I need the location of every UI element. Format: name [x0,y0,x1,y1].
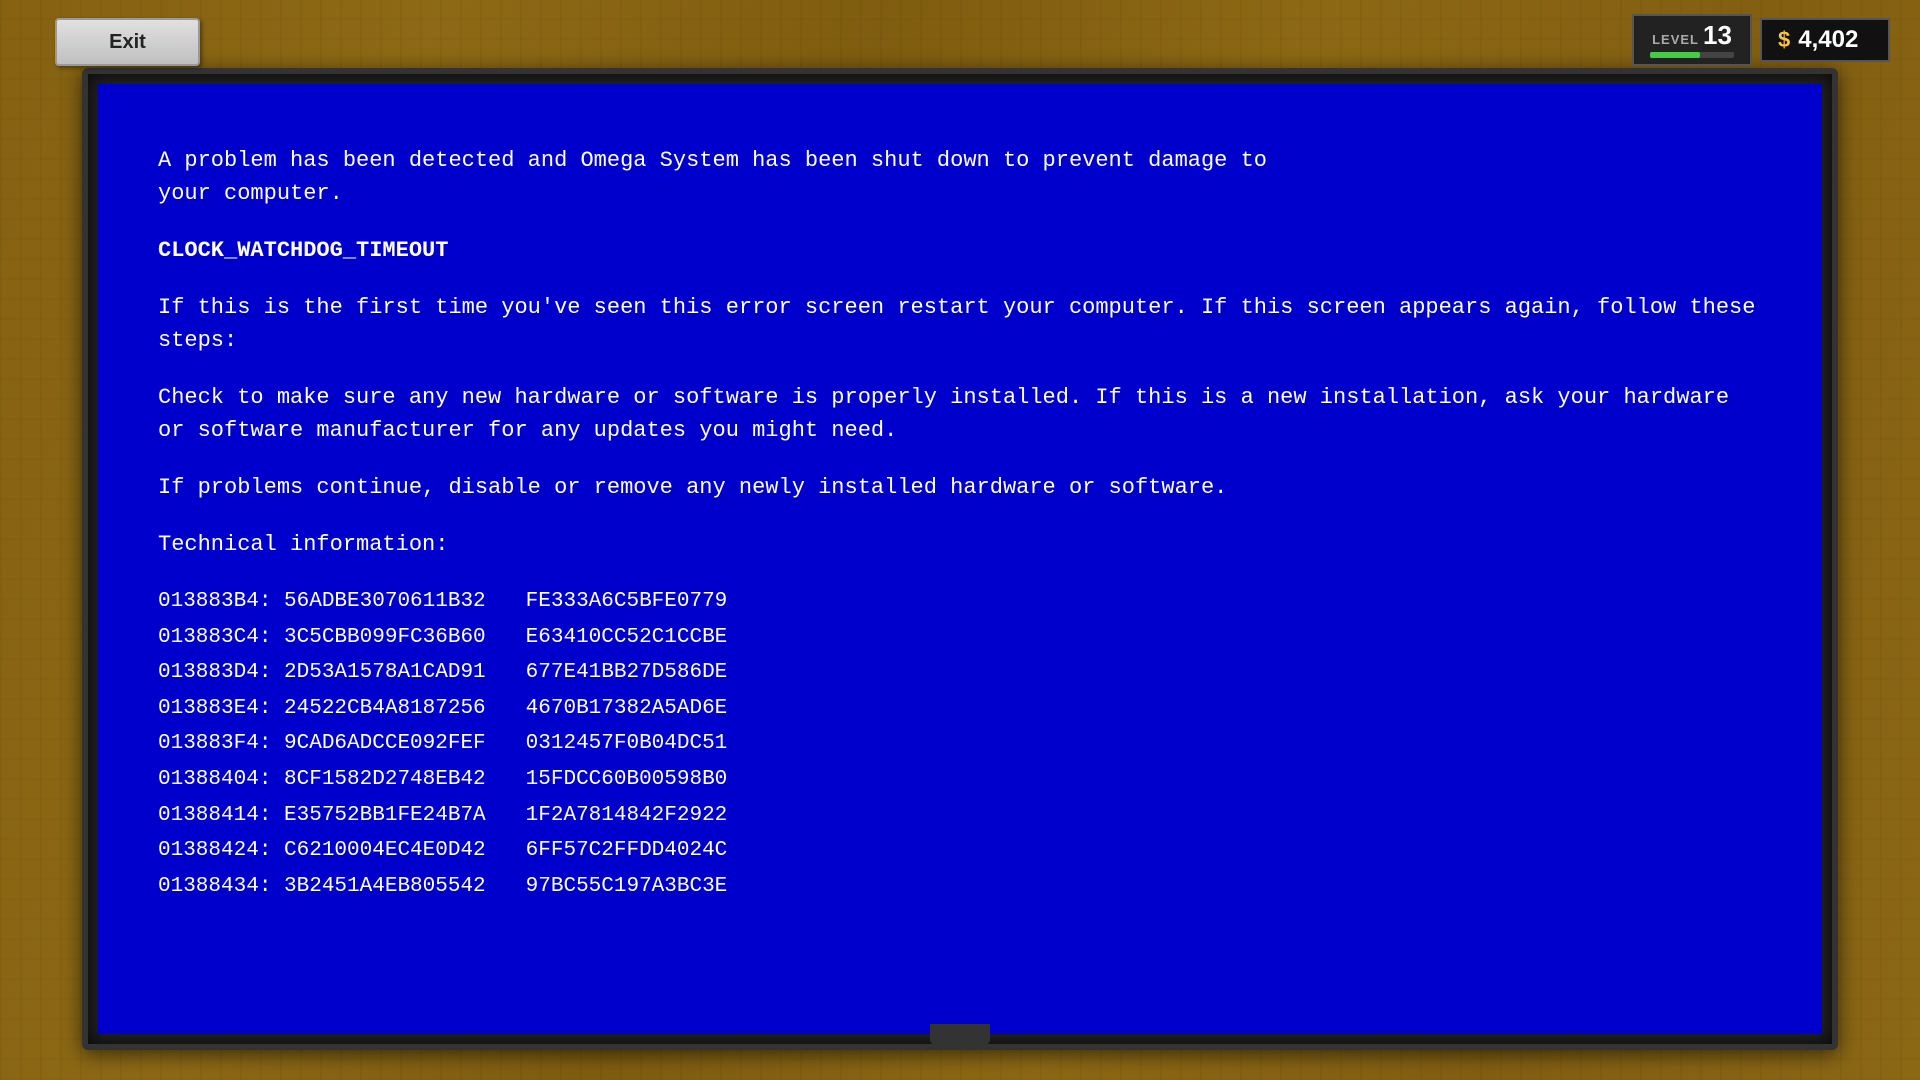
tech-val: 0312457F0B04DC51 [526,727,776,761]
tech-val: 677E41BB27D586DE [526,656,776,690]
tech-info-header: Technical information: [158,528,1762,561]
tech-addr: 013883C4: 3C5CBB099FC36B60 [158,621,486,655]
tech-addr: 01388404: 8CF1582D2748EB42 [158,763,486,797]
exit-button[interactable]: Exit [55,18,200,66]
table-row: 01388404: 8CF1582D2748EB42 15FDCC60B00598… [158,763,1762,797]
level-number: 13 [1703,22,1732,48]
level-box: LEVEL 13 [1632,14,1752,66]
bsod-content: A problem has been detected and Omega Sy… [98,84,1822,945]
tech-addr: 013883D4: 2D53A1578A1CAD91 [158,656,486,690]
tech-addr: 013883F4: 9CAD6ADCCE092FEF [158,727,486,761]
level-bar-fill [1650,52,1700,58]
tech-addr: 013883E4: 24522CB4A8187256 [158,692,486,726]
bsod-para3: If problems continue, disable or remove … [158,471,1762,504]
money-box: $ 4,402 [1760,18,1890,62]
tech-addr: 013883B4: 56ADBE3070611B32 [158,585,486,619]
tech-val: 15FDCC60B00598B0 [526,763,776,797]
hud: LEVEL 13 $ 4,402 [1632,14,1890,66]
tech-val: FE333A6C5BFE0779 [526,585,776,619]
level-progress-bar [1650,52,1734,58]
money-amount: 4,402 [1798,26,1858,54]
table-row: 013883F4: 9CAD6ADCCE092FEF 0312457F0B04DC… [158,727,1762,761]
table-row: 013883D4: 2D53A1578A1CAD91 677E41BB27D586… [158,656,1762,690]
tech-val: 97BC55C197A3BC3E [526,870,776,904]
tech-val: 4670B17382A5AD6E [526,692,776,726]
tech-val: 6FF57C2FFDD4024C [526,834,776,868]
bsod-screen: A problem has been detected and Omega Sy… [98,84,1822,1034]
table-row: 013883C4: 3C5CBB099FC36B60 E63410CC52C1CC… [158,621,1762,655]
money-icon: $ [1778,27,1790,53]
tech-val: 1F2A7814842F2922 [526,799,776,833]
bsod-para1: If this is the first time you've seen th… [158,291,1762,357]
table-row: 013883B4: 56ADBE3070611B32 FE333A6C5BFE07… [158,585,1762,619]
bsod-line1: A problem has been detected and Omega Sy… [158,144,1762,210]
tech-addr: 01388414: E35752BB1FE24B7A [158,799,486,833]
table-row: 01388424: C6210004EC4E0D42 6FF57C2FFDD402… [158,834,1762,868]
tech-addr: 01388424: C6210004EC4E0D42 [158,834,486,868]
table-row: 01388414: E35752BB1FE24B7A 1F2A7814842F29… [158,799,1762,833]
tech-table: 013883B4: 56ADBE3070611B32 FE333A6C5BFE07… [158,585,1762,903]
tech-val: E63410CC52C1CCBE [526,621,776,655]
bsod-error-code: CLOCK_WATCHDOG_TIMEOUT [158,234,1762,267]
monitor-notch [930,1024,990,1044]
table-row: 01388434: 3B2451A4EB805542 97BC55C197A3BC… [158,870,1762,904]
tech-addr: 01388434: 3B2451A4EB805542 [158,870,486,904]
table-row: 013883E4: 24522CB4A8187256 4670B17382A5AD… [158,692,1762,726]
monitor: A problem has been detected and Omega Sy… [82,68,1838,1050]
level-label: LEVEL [1652,32,1699,47]
bsod-para2: Check to make sure any new hardware or s… [158,381,1762,447]
